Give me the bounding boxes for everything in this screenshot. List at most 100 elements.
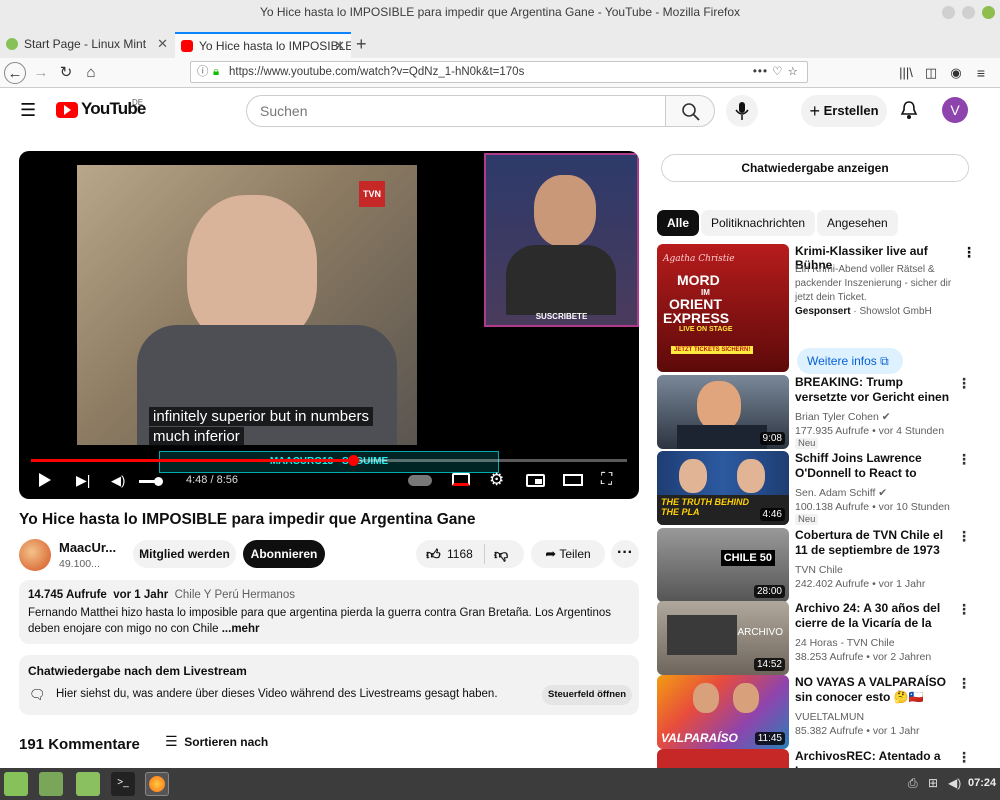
video-player[interactable]: TVN SUSCRIBETE infinitely superior but i…	[19, 151, 639, 499]
network-icon[interactable]: ⊞	[928, 776, 938, 790]
play-icon[interactable]	[39, 473, 51, 487]
video-channel[interactable]: 24 Horas - TVN Chile	[795, 637, 965, 649]
video-thumbnail[interactable]: THE TRUTH BEHIND THE PLA 4:46	[657, 451, 789, 525]
forward-icon[interactable]: →	[30, 62, 52, 84]
channel-name[interactable]: MaacUr...	[59, 540, 116, 555]
close-tab-icon[interactable]: ✕	[157, 32, 168, 56]
page-actions-icons[interactable]: ••• ♡ ☆	[753, 62, 799, 82]
video-title[interactable]: Schiff Joins Lawrence O'Donnell to React…	[795, 451, 955, 481]
show-more-link[interactable]: ...mehr	[222, 623, 260, 635]
video-thumbnail[interactable]: ARCHIVO 14:52	[657, 601, 789, 675]
theater-mode-icon[interactable]	[563, 474, 583, 486]
like-count[interactable]: 1168	[447, 540, 473, 568]
open-panel-button[interactable]: Steuerfeld öffnen	[542, 685, 633, 705]
info-icon[interactable]: ⓘ	[197, 62, 209, 82]
subscribe-button[interactable]: Abonnieren	[243, 540, 325, 568]
recommended-video[interactable]: VALPARAÍSO 11:45 NO VAYAS A VALPARAÍSO s…	[657, 675, 987, 749]
video-title[interactable]: BREAKING: Trump versetzte vor Gericht ei…	[795, 375, 955, 405]
video-menu-icon[interactable]: ⋮	[957, 451, 971, 468]
recommended-video[interactable]: 9:08 BREAKING: Trump versetzte vor Geric…	[657, 375, 987, 449]
sidebar-icon[interactable]: ◫	[920, 62, 942, 84]
menu-icon[interactable]: ≡	[970, 62, 992, 84]
more-info-button[interactable]: Weitere infos ⧉	[797, 348, 903, 374]
mint-menu-icon[interactable]	[4, 772, 28, 796]
video-title: Yo Hice hasta lo IMPOSIBLE para impedir …	[19, 511, 476, 528]
video-channel[interactable]: TVN Chile	[795, 564, 965, 576]
recommended-video[interactable]: ARCHIVO 14:52 Archivo 24: A 30 años del …	[657, 601, 987, 675]
video-thumbnail[interactable]: 9:08	[657, 375, 789, 449]
video-title[interactable]: NO VAYAS A VALPARAÍSO sin conocer esto 🤔…	[795, 675, 955, 705]
notifications-bell-icon[interactable]	[900, 100, 918, 125]
next-icon[interactable]: ▶|	[76, 473, 90, 487]
close-window-icon[interactable]	[982, 6, 995, 19]
recommended-video[interactable]: THE TRUTH BEHIND THE PLA 4:46 Schiff Joi…	[657, 451, 987, 525]
video-channel[interactable]: VUELTALMUN	[795, 711, 965, 723]
new-tab-button[interactable]: +	[356, 32, 367, 56]
terminal-icon[interactable]: >_	[111, 772, 135, 796]
hamburger-menu-icon[interactable]: ☰	[20, 100, 36, 121]
video-menu-icon[interactable]: ⋮	[957, 749, 971, 766]
progress-scrubber[interactable]	[347, 455, 359, 466]
close-tab-icon[interactable]: ✕	[334, 34, 345, 58]
video-channel[interactable]: Brian Tyler Cohen ✔	[795, 411, 965, 423]
maximize-icon[interactable]	[962, 6, 975, 19]
more-actions-button[interactable]: ···	[611, 540, 639, 568]
video-channel[interactable]: Sen. Adam Schiff ✔	[795, 487, 965, 499]
ad-thumbnail[interactable]: Agatha Christie MORD IM ORIENT EXPRESS L…	[657, 244, 789, 372]
video-title[interactable]: ArchivosREC: Atentado a La	[795, 749, 955, 768]
description-tags[interactable]: Chile Y Perú Hermanos	[175, 589, 295, 601]
tab-start-page[interactable]: Start Page - Linux Mint ✕	[0, 32, 174, 58]
recommended-video[interactable]: CHILE 50 28:00 Cobertura de TVN Chile el…	[657, 528, 987, 602]
description-box[interactable]: 14.745 Aufrufe vor 1 Jahr Chile Y Perú H…	[19, 580, 639, 644]
video-menu-icon[interactable]: ⋮	[957, 675, 971, 692]
printer-icon[interactable]: ⎙	[908, 776, 918, 791]
chip-politics[interactable]: Politiknachrichten	[701, 210, 816, 236]
youtube-logo-icon[interactable]	[56, 102, 78, 118]
create-button[interactable]: + Erstellen	[801, 95, 887, 127]
avatar[interactable]: V	[942, 97, 968, 123]
ad-menu-icon[interactable]: ⋮	[962, 244, 976, 261]
progress-bar[interactable]	[31, 455, 627, 466]
account-icon[interactable]: ◉	[945, 62, 967, 84]
miniplayer-icon[interactable]	[526, 474, 545, 487]
firefox-taskbar-icon[interactable]	[145, 772, 169, 796]
video-title[interactable]: Cobertura de TVN Chile el 11 de septiemb…	[795, 528, 955, 558]
reload-icon[interactable]: ↻	[55, 62, 77, 84]
voice-search-button[interactable]	[726, 95, 758, 127]
recommended-video[interactable]: ArchivosREC: Atentado a La ⋮	[657, 749, 987, 768]
like-icon[interactable]: 👍︎	[426, 540, 441, 568]
search-input[interactable]: Suchen	[246, 95, 666, 127]
settings-gear-icon[interactable]: ⚙	[489, 470, 504, 490]
sort-comments-button[interactable]: ☰ Sortieren nach	[165, 733, 268, 750]
search-button[interactable]	[665, 95, 715, 127]
volume-tray-icon[interactable]: ◀)	[948, 776, 961, 790]
channel-avatar[interactable]	[19, 539, 51, 571]
subtitles-icon[interactable]	[452, 473, 470, 486]
library-icon[interactable]: |||\	[895, 62, 917, 84]
video-menu-icon[interactable]: ⋮	[957, 528, 971, 545]
files-icon[interactable]	[76, 772, 100, 796]
join-membership-button[interactable]: Mitglied werden	[133, 540, 236, 568]
video-thumbnail[interactable]: VALPARAÍSO 11:45	[657, 675, 789, 749]
chip-all[interactable]: Alle	[657, 210, 700, 236]
video-menu-icon[interactable]: ⋮	[957, 375, 971, 392]
home-icon[interactable]: ⌂	[80, 62, 102, 84]
video-menu-icon[interactable]: ⋮	[957, 601, 971, 618]
tab-youtube[interactable]: Yo Hice hasta lo IMPOSIBLE ✕	[175, 32, 351, 58]
minimize-icon[interactable]	[942, 6, 955, 19]
url-bar[interactable]: ⓘ 🔒︎ https://www.youtube.com/watch?v=QdN…	[190, 61, 808, 83]
show-desktop-icon[interactable]	[39, 772, 63, 796]
share-button[interactable]: ➦ Teilen	[531, 540, 605, 568]
clock[interactable]: 07:24	[968, 777, 996, 789]
fullscreen-icon[interactable]: ⛶	[601, 471, 612, 489]
chip-watched[interactable]: Angesehen	[817, 210, 898, 236]
volume-slider[interactable]	[139, 477, 163, 486]
show-chat-replay-button[interactable]: Chatwiedergabe anzeigen	[661, 154, 969, 182]
volume-icon[interactable]: ◀)	[111, 473, 125, 489]
dislike-icon[interactable]: 👎︎	[494, 540, 508, 568]
back-icon[interactable]: ←	[4, 62, 26, 84]
video-thumbnail[interactable]	[657, 749, 789, 768]
autoplay-toggle[interactable]	[408, 475, 432, 486]
video-thumbnail[interactable]: CHILE 50 28:00	[657, 528, 789, 602]
video-title[interactable]: Archivo 24: A 30 años del cierre de la V…	[795, 601, 955, 631]
